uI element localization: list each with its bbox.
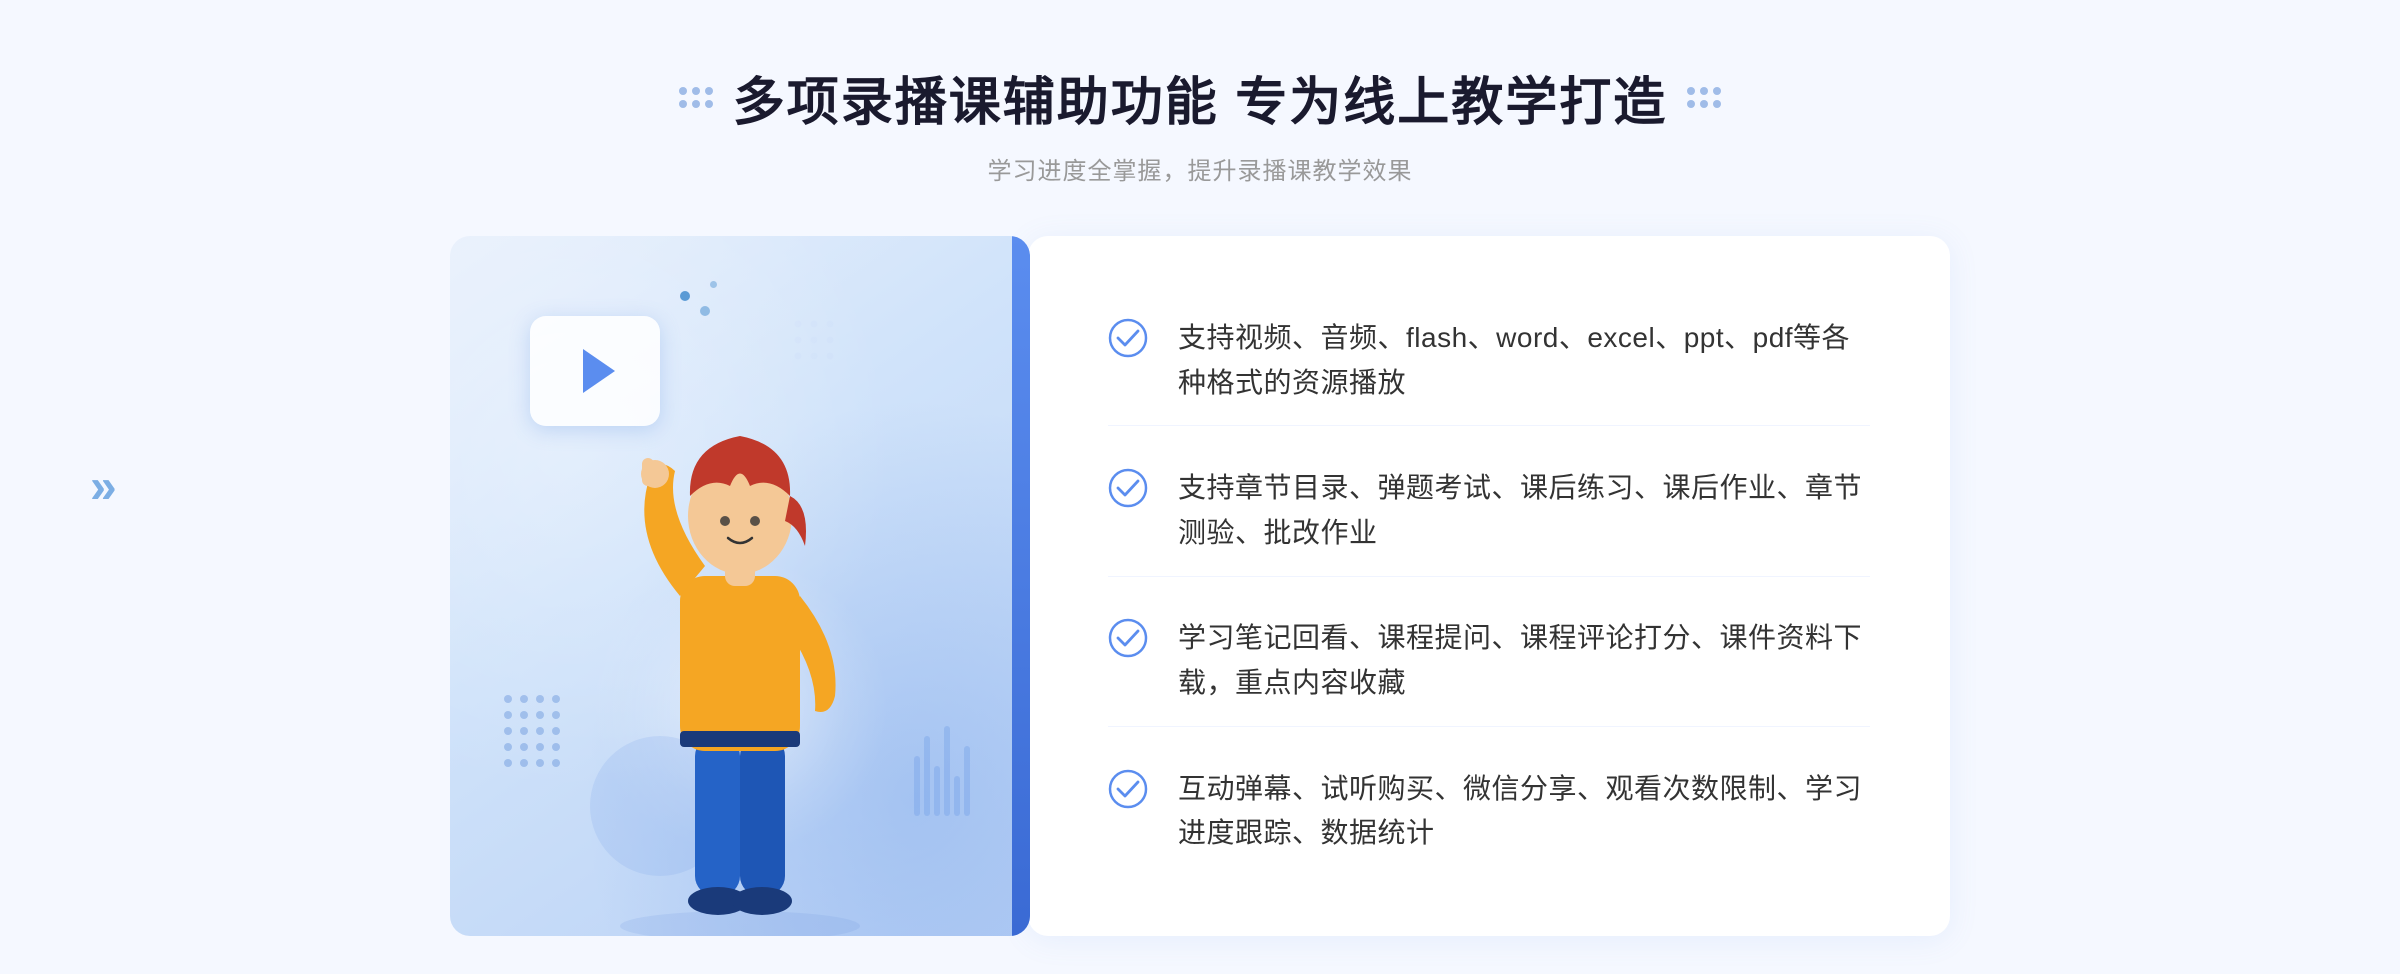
feature-text-2: 支持章节目录、弹题考试、课后练习、课后作业、章节测验、批改作业 — [1178, 466, 1870, 556]
vertical-lines-decoration — [914, 726, 970, 816]
shine-dot-1 — [680, 291, 690, 301]
feature-item-2: 支持章节目录、弹题考试、课后练习、课后作业、章节测验、批改作业 — [1108, 446, 1870, 577]
feature-text-4: 互动弹幕、试听购买、微信分享、观看次数限制、学习进度跟踪、数据统计 — [1178, 767, 1870, 857]
illustration-panel — [450, 236, 1030, 936]
check-icon-3 — [1108, 618, 1148, 658]
feature-item-4: 互动弹幕、试听购买、微信分享、观看次数限制、学习进度跟踪、数据统计 — [1108, 747, 1870, 877]
dots-decoration-left — [679, 87, 713, 108]
check-icon-1 — [1108, 318, 1148, 358]
header-title-row: 多项录播课辅助功能 专为线上教学打造 — [679, 60, 1721, 135]
dots-decoration-right — [1687, 87, 1721, 108]
page-wrapper: » 多项录播课辅助功能 专为线上教学打造 学习进度全掌握，提升录播课教学效果 — [0, 0, 2400, 974]
dots-top-left — [790, 316, 910, 436]
shine-dot-3 — [710, 281, 717, 288]
feature-text-1: 支持视频、音频、flash、word、excel、ppt、pdf等各种格式的资源… — [1178, 316, 1870, 406]
feature-item-1: 支持视频、音频、flash、word、excel、ppt、pdf等各种格式的资源… — [1108, 296, 1870, 427]
feature-item-3: 学习笔记回看、课程提问、课程评论打分、课件资料下载，重点内容收藏 — [1108, 596, 1870, 727]
chevron-decoration: » — [90, 460, 117, 515]
page-subtitle: 学习进度全掌握，提升录播课教学效果 — [987, 151, 1412, 186]
check-icon-2 — [1108, 468, 1148, 508]
content-area: 支持视频、音频、flash、word、excel、ppt、pdf等各种格式的资源… — [450, 236, 1950, 936]
check-icon-4 — [1108, 769, 1148, 809]
header-section: 多项录播课辅助功能 专为线上教学打造 学习进度全掌握，提升录播课教学效果 — [679, 60, 1721, 186]
person-illustration — [570, 356, 910, 936]
feature-text-3: 学习笔记回看、课程提问、课程评论打分、课件资料下载，重点内容收藏 — [1178, 616, 1870, 706]
blue-accent-bar — [1012, 236, 1030, 936]
page-title: 多项录播课辅助功能 专为线上教学打造 — [733, 60, 1667, 135]
shine-dot-2 — [700, 306, 710, 316]
features-panel: 支持视频、音频、flash、word、excel、ppt、pdf等各种格式的资源… — [1028, 236, 1950, 936]
